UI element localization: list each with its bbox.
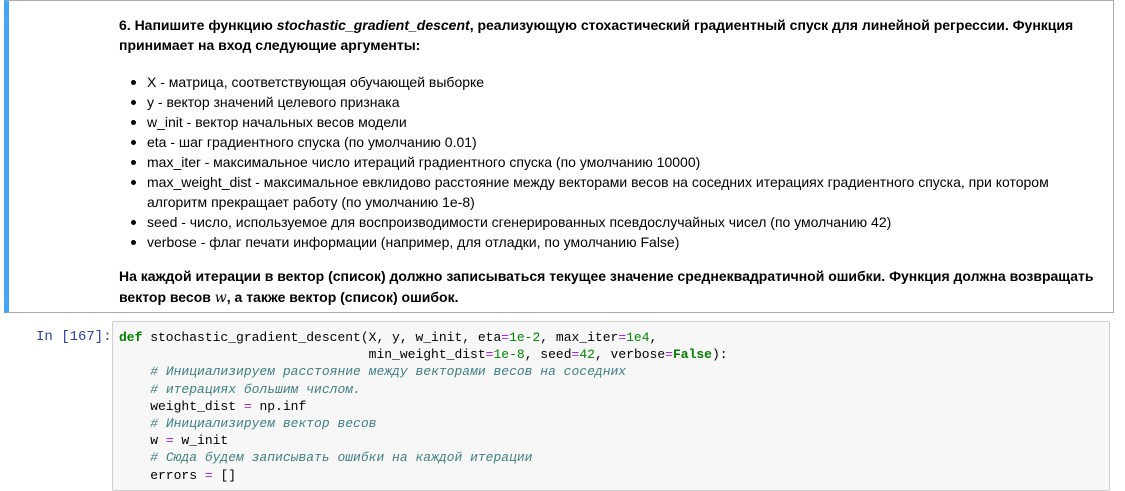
task-footer: На каждой итерации в вектор (список) дол… [119,266,1104,309]
list-item: max_weight_dist - максимальное евклидово… [131,172,1104,212]
list-item: X - матрица, соответствующая обучающей в… [131,72,1104,92]
code-line: def stochastic_gradient_descent(X, y, w_… [119,330,658,345]
arguments-list: X - матрица, соответствующая обучающей в… [119,72,1104,252]
input-prompt: In [167]: [36,329,112,345]
code-line: errors = [] [119,467,237,483]
code-line: # Инициализируем расстояние между вектор… [150,364,627,380]
list-item: seed - число, используемое для воспроизв… [131,212,1104,232]
list-item: verbose - флаг печати информации (наприм… [131,232,1104,252]
code-editor[interactable]: def stochastic_gradient_descent(X, y, w_… [112,321,1110,491]
code-line: # Инициализируем вектор весов [150,416,377,432]
list-item: max_iter - максимальное число итераций г… [131,152,1104,172]
code-line: weight_dist = np.inf [119,398,307,414]
footer-suffix: , а также вектор (список) ошибок. [226,289,459,305]
task-heading: 6. Напишите функцию stochastic_gradient_… [119,15,1104,55]
list-item: y - вектор значений целевого признака [131,92,1104,112]
markdown-cell[interactable]: 6. Напишите функцию stochastic_gradient_… [4,0,1114,313]
heading-prefix: 6. Напишите функцию [119,17,277,33]
code-line: # Сюда будем записывать ошибки на каждой… [150,450,533,466]
code-line: # итерациях большим числом. [150,381,361,397]
footer-math-symbol: w [214,290,227,306]
heading-function-name: stochastic_gradient_descent [276,17,470,33]
code-line: min_weight_dist=1e-8, seed=42, verbose=F… [119,347,728,363]
list-item: w_init - вектор начальных весов модели [131,112,1104,132]
code-line: w = w_init [119,433,229,449]
list-item: eta - шаг градиентного спуска (по умолча… [131,132,1104,152]
code-block[interactable]: def stochastic_gradient_descent(X, y, w_… [119,329,728,484]
markdown-content: 6. Напишите функцию stochastic_gradient_… [119,15,1104,309]
